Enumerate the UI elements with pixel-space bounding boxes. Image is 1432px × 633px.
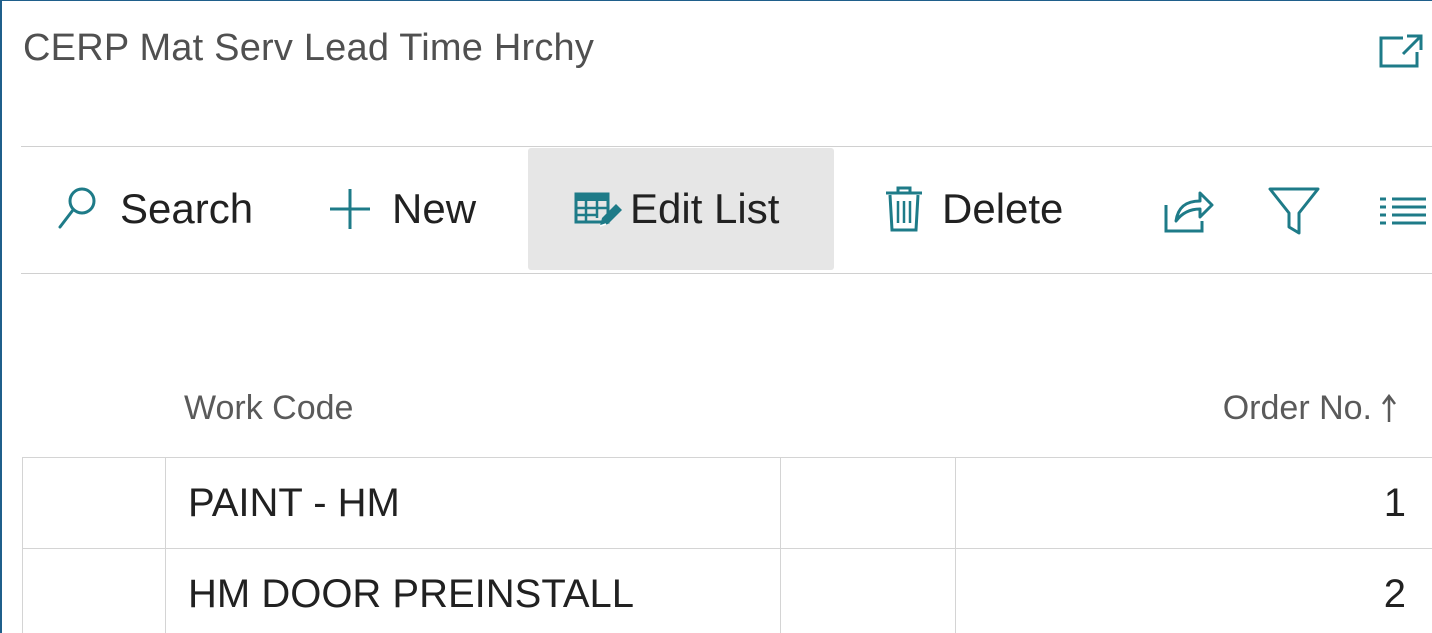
search-label: Search xyxy=(120,185,254,232)
filter-icon xyxy=(1268,187,1320,235)
page-title: CERP Mat Serv Lead Time Hrchy xyxy=(23,27,595,69)
toolbar-divider-top xyxy=(21,146,1432,147)
toolbar-divider-bottom xyxy=(21,273,1432,274)
search-icon xyxy=(58,187,96,229)
list-layout-icon xyxy=(1380,197,1426,225)
order-no-cell[interactable]: 1 xyxy=(955,457,1432,549)
column-header-order-no-label: Order No. xyxy=(1222,389,1372,427)
sort-ascending-icon xyxy=(1382,393,1396,422)
open-in-new-window-icon[interactable] xyxy=(1377,32,1425,72)
edit-list-button[interactable]: Edit List xyxy=(528,148,834,270)
row-selector[interactable] xyxy=(22,548,166,633)
order-no-cell[interactable]: 2 xyxy=(955,548,1432,633)
list-layout-button[interactable] xyxy=(1374,181,1430,241)
blank-cell[interactable] xyxy=(780,457,956,549)
new-button[interactable]: New xyxy=(320,148,500,270)
plus-icon xyxy=(330,189,370,229)
row-selector[interactable] xyxy=(22,457,166,549)
list-table: PAINT - HM 1 HM DOOR PREINSTALL 2 xyxy=(22,457,1432,633)
blank-cell[interactable] xyxy=(780,548,956,633)
share-button[interactable] xyxy=(1160,181,1216,241)
search-button[interactable]: Search xyxy=(42,148,282,270)
delete-button[interactable]: Delete xyxy=(868,148,1088,270)
share-icon xyxy=(1164,191,1214,233)
table-row[interactable]: HM DOOR PREINSTALL 2 xyxy=(22,548,1432,633)
filter-button[interactable] xyxy=(1266,181,1322,241)
table-row[interactable]: PAINT - HM 1 xyxy=(22,457,1432,549)
work-code-cell[interactable]: HM DOOR PREINSTALL xyxy=(165,548,781,633)
page-frame: CERP Mat Serv Lead Time Hrchy Search New xyxy=(0,0,1432,633)
edit-table-icon xyxy=(574,192,622,227)
work-code-cell[interactable]: PAINT - HM xyxy=(165,457,781,549)
trash-icon xyxy=(886,186,922,232)
delete-label: Delete xyxy=(942,185,1064,232)
new-label: New xyxy=(392,185,477,232)
column-header-work-code-label: Work Code xyxy=(184,389,354,427)
edit-list-label: Edit List xyxy=(630,185,780,232)
column-header-work-code[interactable]: Work Code xyxy=(184,389,353,428)
column-header-order-no[interactable]: Order No. xyxy=(1223,389,1396,428)
